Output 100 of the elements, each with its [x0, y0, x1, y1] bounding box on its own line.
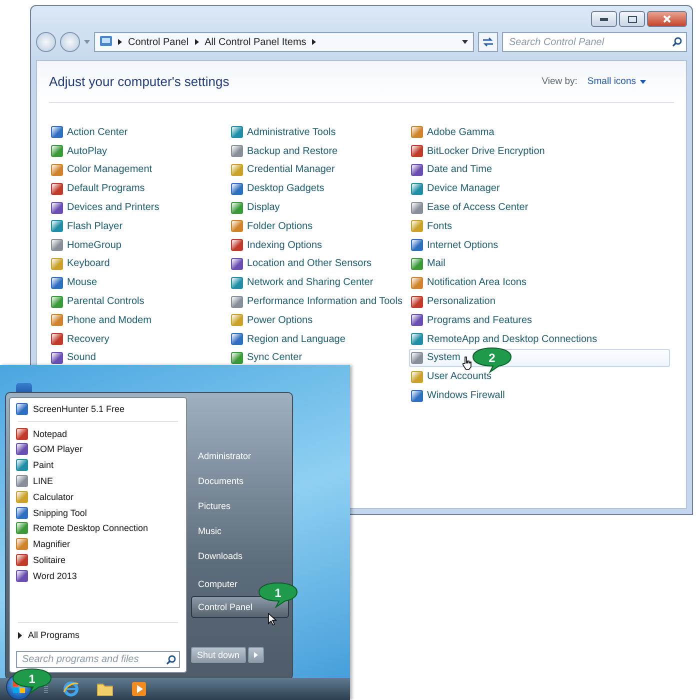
breadcrumb-item[interactable]: All Control Panel Items: [204, 36, 306, 48]
control-panel-item[interactable]: Indexing Options: [229, 236, 405, 255]
applet-icon: [51, 333, 63, 346]
program-item[interactable]: Paint: [14, 457, 182, 474]
control-panel-item[interactable]: Flash Player: [49, 216, 225, 236]
shut-down-options-button[interactable]: [248, 647, 264, 663]
all-programs-button[interactable]: All Programs: [14, 627, 182, 643]
control-panel-item[interactable]: Programs and Features: [409, 310, 670, 330]
folder-icon: [97, 682, 113, 696]
start-menu-link[interactable]: Downloads: [191, 543, 289, 568]
applet-icon: [51, 276, 63, 289]
refresh-button[interactable]: [478, 32, 498, 52]
control-panel-item[interactable]: Network and Sharing Center: [229, 273, 405, 292]
applet-icon: [411, 164, 423, 176]
control-panel-item[interactable]: Display: [229, 198, 405, 217]
start-menu-link[interactable]: Control Panel: [191, 596, 289, 618]
control-panel-item[interactable]: Adobe Gamma: [409, 123, 670, 142]
control-panel-item[interactable]: BitLocker Drive Encryption: [409, 142, 670, 161]
triangle-right-icon: [254, 652, 258, 658]
program-item[interactable]: Notepad: [14, 426, 182, 442]
control-panel-item[interactable]: Backup and Restore: [229, 142, 405, 161]
applet-icon: [411, 314, 423, 326]
program-icon: [16, 443, 28, 456]
program-item[interactable]: LINE: [14, 473, 182, 489]
control-panel-item[interactable]: Region and Language: [229, 330, 405, 349]
program-item[interactable]: Remote Desktop Connection: [14, 520, 182, 536]
chevron-right-icon: [312, 39, 316, 45]
start-menu-link[interactable]: Music: [191, 518, 289, 543]
start-search-box[interactable]: Search programs and files: [16, 651, 180, 668]
maximize-button[interactable]: [619, 11, 645, 27]
control-panel-item[interactable]: Windows Firewall: [409, 386, 670, 405]
applet-icon: [411, 126, 423, 138]
applet-icon: [411, 220, 423, 232]
applet-icon: [231, 276, 243, 289]
control-panel-item[interactable]: Location and Other Sensors: [229, 254, 405, 274]
applet-icon: [231, 239, 243, 252]
control-panel-item[interactable]: Phone and Modem: [49, 310, 225, 330]
program-icon: [16, 428, 28, 440]
control-panel-item[interactable]: Devices and Printers: [49, 198, 225, 217]
chevron-right-icon: [118, 39, 122, 45]
step-number-tooltip: 1: [258, 582, 298, 608]
applet-icon: [51, 164, 63, 176]
control-panel-item[interactable]: Mail: [409, 254, 670, 274]
control-panel-item[interactable]: Action Center: [49, 123, 225, 142]
search-field[interactable]: Search Control Panel: [507, 36, 672, 48]
search-box[interactable]: Search Control Panel: [502, 32, 687, 52]
control-panel-item[interactable]: Fonts: [409, 216, 670, 236]
control-panel-item[interactable]: AutoPlay: [49, 142, 225, 161]
history-caret-icon: [84, 40, 90, 44]
control-panel-item[interactable]: Notification Area Icons: [409, 273, 670, 292]
control-panel-item[interactable]: Device Manager: [409, 179, 670, 198]
control-panel-item[interactable]: Keyboard: [49, 254, 225, 274]
close-icon: [663, 15, 671, 23]
applet-icon: [231, 202, 243, 214]
hand-cursor-icon: [462, 356, 472, 370]
forward-button[interactable]: [60, 32, 80, 52]
control-panel-item[interactable]: RemoteApp and Desktop Connections: [409, 330, 670, 349]
applet-icon: [231, 333, 243, 346]
close-button[interactable]: [647, 11, 687, 27]
back-button[interactable]: [36, 32, 56, 52]
applet-icon: [51, 296, 63, 308]
control-panel-icon: [100, 36, 112, 48]
control-panel-item[interactable]: Default Programs: [49, 179, 225, 198]
breadcrumb-item[interactable]: Control Panel: [128, 36, 189, 48]
applet-icon: [231, 352, 243, 364]
start-search-field[interactable]: Search programs and files: [20, 653, 166, 666]
control-panel-item[interactable]: Performance Information and Tools: [229, 292, 405, 311]
page-heading: Adjust your computer's settings: [49, 74, 230, 89]
control-panel-item[interactable]: Parental Controls: [49, 292, 225, 311]
control-panel-item[interactable]: Recovery: [49, 330, 225, 349]
program-item[interactable]: Solitaire: [14, 552, 182, 568]
control-panel-item[interactable]: Administrative Tools: [229, 123, 405, 142]
program-item[interactable]: GOM Player: [14, 442, 182, 458]
program-item[interactable]: Magnifier: [14, 536, 182, 552]
view-mode-dropdown[interactable]: Small icons: [587, 76, 646, 87]
applet-icon: [231, 182, 243, 195]
minimize-button[interactable]: [591, 11, 617, 27]
program-item[interactable]: ScreenHunter 5.1 Free: [14, 401, 182, 417]
applet-icon: [411, 145, 423, 158]
control-panel-item[interactable]: Color Management: [49, 160, 225, 180]
control-panel-item[interactable]: HomeGroup: [49, 236, 225, 255]
control-panel-item[interactable]: Personalization: [409, 292, 670, 311]
program-item[interactable]: Word 2013: [14, 568, 182, 584]
control-panel-item[interactable]: Credential Manager: [229, 160, 405, 180]
control-panel-item[interactable]: Desktop Gadgets: [229, 179, 405, 198]
applet-icon: [51, 126, 63, 138]
program-item[interactable]: Snipping Tool: [14, 504, 182, 521]
program-icon: [16, 490, 28, 503]
control-panel-item[interactable]: Mouse: [49, 273, 225, 292]
control-panel-item[interactable]: Internet Options: [409, 236, 670, 255]
control-panel-item[interactable]: Date and Time: [409, 160, 670, 180]
control-panel-item[interactable]: Sync Center: [229, 348, 405, 368]
program-item[interactable]: Calculator: [14, 488, 182, 505]
address-bar[interactable]: Control Panel All Control Panel Items: [94, 32, 474, 52]
control-panel-item[interactable]: Power Options: [229, 310, 405, 330]
start-menu-link[interactable]: Pictures: [191, 493, 289, 518]
applet-icon: [231, 258, 243, 270]
control-panel-item[interactable]: Ease of Access Center: [409, 198, 670, 217]
control-panel-item[interactable]: Sound: [49, 348, 225, 368]
control-panel-item[interactable]: Folder Options: [229, 216, 405, 236]
